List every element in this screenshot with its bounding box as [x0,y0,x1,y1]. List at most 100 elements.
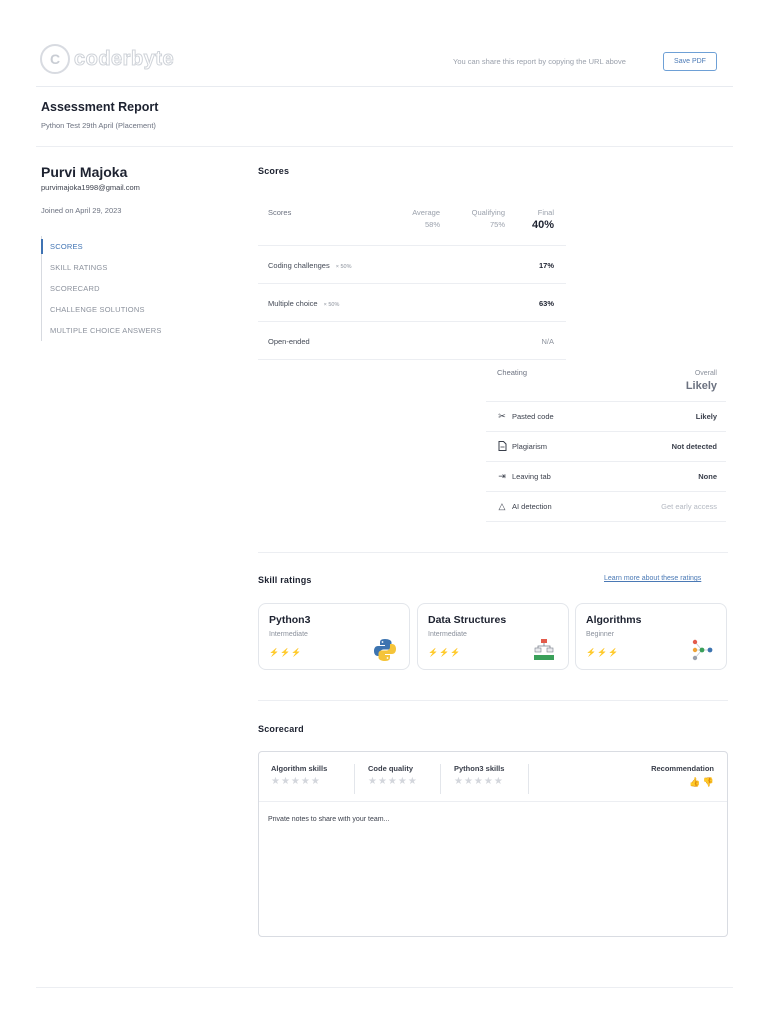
cheat-row-label: Leaving tab [512,472,551,481]
logo-text: coderbyte [73,47,175,70]
cheat-row-label: Pasted code [512,412,554,421]
skills-divider [258,700,728,701]
nav-item-skill-ratings[interactable]: SKILL RATINGS [42,257,211,278]
thumbs-down-icon[interactable]: 👎 [703,777,714,787]
scores-divider [258,552,728,553]
share-hint: You can share this report by copying the… [453,57,626,66]
scores-header-row: Scores Average 58% Qualifying 75% Final … [258,193,566,246]
score-row-label: Multiple choice [268,299,318,308]
skill-card-title: Algorithms [586,614,642,626]
thumbs-up-icon[interactable]: 👍 [689,777,700,787]
cheat-row-pasted-code: ✂ Pasted code Likely [486,402,726,432]
get-early-access-link[interactable]: Get early access [661,502,717,511]
score-row-open-ended: Open-ended N/A [258,322,566,360]
learn-more-ratings-link[interactable]: Learn more about these ratings [604,575,701,582]
skill-card-level: Intermediate [428,631,467,638]
skill-card-title: Python3 [269,614,311,626]
qualifying-column: Qualifying 75% [472,207,505,231]
document-icon [497,441,507,453]
test-name: Python Test 29th April (Placement) [41,121,156,130]
skill-level-bolts: ⚡⚡⚡ [269,648,302,657]
candidate-joined-date: Joined on April 29, 2023 [41,206,122,215]
nav-item-scorecard[interactable]: SCORECARD [42,278,211,299]
score-row-weight: × 50% [335,264,352,270]
recommendation-label: Recommendation [651,764,714,773]
scorecard-ratings-row: Algorithm skills ★★★★★ Code quality ★★★★… [259,752,727,802]
star-rating-input[interactable]: ★★★★★ [368,776,418,787]
save-pdf-button[interactable]: Save PDF [663,52,717,71]
score-row-value: 17% [538,261,554,270]
overall-value: Likely [685,380,717,392]
rating-algorithm-skills: Algorithm skills ★★★★★ [271,764,327,787]
score-row-label: Open-ended [268,337,310,346]
exit-arrow-icon: ⇥ [498,471,506,481]
data-structure-icon [532,638,556,662]
cheat-row-value: Likely [695,412,717,421]
scorecard-panel: Algorithm skills ★★★★★ Code quality ★★★★… [258,751,728,937]
skill-level-bolts: ⚡⚡⚡ [586,648,619,657]
algorithm-graph-icon [690,638,714,662]
final-value: 40% [531,219,554,231]
final-label: Final [537,208,554,217]
cheat-row-label: AI detection [512,502,552,511]
final-column: Final 40% [532,207,554,231]
header-divider [36,86,733,87]
score-row-coding-challenges: Coding challenges × 50% 17% [258,246,566,284]
skill-card-data-structures: Data Structures Intermediate ⚡⚡⚡ [417,603,569,670]
python-logo-icon [373,638,397,662]
skill-ratings-title: Skill ratings [258,575,312,585]
cheating-label: Cheating [497,368,528,377]
skill-card-title: Data Structures [428,614,507,626]
average-column: Average 58% [412,207,440,231]
cheating-header: Cheating Overall Likely [486,358,726,402]
skill-level-bolts: ⚡⚡⚡ [428,648,461,657]
rating-code-quality: Code quality ★★★★★ [368,764,418,787]
scorecard-title: Scorecard [258,724,304,734]
score-row-value: 63% [538,299,554,308]
cheat-row-value: None [698,472,717,481]
average-label: Average [412,208,440,217]
rating-python3-skills: Python3 skills ★★★★★ [454,764,504,787]
nav-item-multiple-choice-answers[interactable]: MULTIPLE CHOICE ANSWERS [42,320,211,341]
page-title: Assessment Report [41,100,159,114]
rating-label: Code quality [368,764,414,773]
cheating-panel: Cheating Overall Likely ✂ Pasted code Li… [486,358,726,522]
overall-label: Overall [694,370,717,377]
private-notes-input[interactable] [268,816,708,916]
cheat-row-leaving-tab: ⇥ Leaving tab None [486,462,726,492]
recommendation: Recommendation 👍 👎 [651,764,714,788]
nav-item-scores[interactable]: SCORES [41,236,211,257]
skill-card-level: Intermediate [269,631,308,638]
skill-card-algorithms: Algorithms Beginner ⚡⚡⚡ [575,603,727,670]
logo-mark-icon: C [40,44,70,74]
score-row-weight: × 50% [323,302,340,308]
scores-section-title: Scores [258,166,290,176]
section-nav: SCORES SKILL RATINGS SCORECARD CHALLENGE… [41,236,211,341]
cheat-row-value: Not detected [671,442,717,451]
star-rating-input[interactable]: ★★★★★ [271,776,327,787]
cheat-row-plagiarism: Plagiarism Not detected [486,432,726,462]
nav-item-challenge-solutions[interactable]: CHALLENGE SOLUTIONS [42,299,211,320]
skill-card-python3: Python3 Intermediate ⚡⚡⚡ [258,603,410,670]
scores-table: Scores Average 58% Qualifying 75% Final … [258,193,566,360]
cheat-row-ai-detection: △ AI detection Get early access [486,492,726,522]
skill-card-level: Beginner [586,631,615,638]
star-rating-input[interactable]: ★★★★★ [454,776,504,787]
scores-header-label: Scores [268,208,292,217]
rating-label: Algorithm skills [271,764,328,773]
title-divider [36,146,733,147]
candidate-name: Purvi Majoka [41,164,128,180]
scissors-icon: ✂ [498,411,506,421]
average-value: 58% [424,220,440,229]
warning-triangle-icon: △ [498,501,506,511]
qualifying-value: 75% [489,220,505,229]
score-row-label: Coding challenges [268,261,330,270]
candidate-email: purvimajoka1998@gmail.com [41,183,140,192]
footer-divider [36,987,733,988]
score-row-value: N/A [541,337,554,346]
score-row-multiple-choice: Multiple choice × 50% 63% [258,284,566,322]
qualifying-label: Qualifying [471,208,505,217]
cheat-row-label: Plagiarism [512,442,548,451]
coderbyte-logo[interactable]: C coderbyte [40,44,174,74]
rating-label: Python3 skills [454,764,505,773]
